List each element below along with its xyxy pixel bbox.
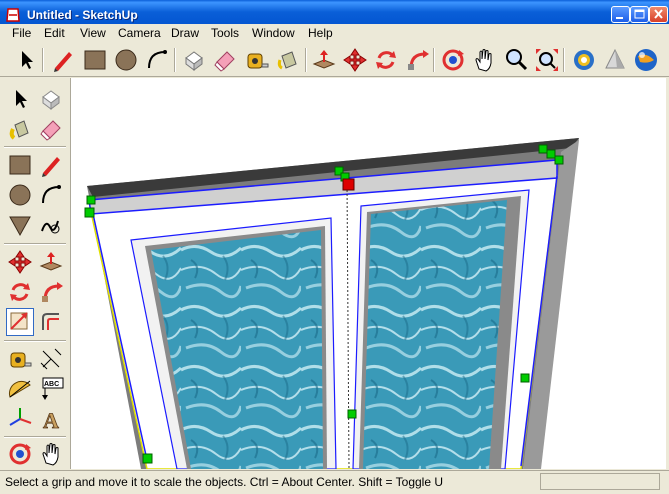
follow-me-icon[interactable] bbox=[37, 278, 65, 306]
minimize-icon bbox=[616, 17, 623, 19]
pan-hand-icon[interactable] bbox=[470, 46, 498, 74]
toolbar-separator bbox=[42, 48, 44, 72]
rotate-icon[interactable] bbox=[372, 46, 400, 74]
make-component-icon[interactable] bbox=[180, 46, 208, 74]
right-glass-pane bbox=[363, 200, 507, 469]
drawing-viewport[interactable] bbox=[70, 78, 666, 469]
menu-help[interactable]: Help bbox=[308, 26, 333, 40]
menu-tools[interactable]: Tools bbox=[211, 26, 239, 40]
arc-icon[interactable] bbox=[143, 46, 171, 74]
text-label-glyph: ABC bbox=[44, 381, 59, 388]
close-icon bbox=[654, 9, 663, 19]
scale-grip[interactable] bbox=[546, 149, 556, 159]
tape-measure-icon[interactable] bbox=[6, 345, 34, 373]
toolbar-separator bbox=[563, 48, 565, 72]
menu-edit[interactable]: Edit bbox=[44, 26, 65, 40]
rectangle-icon[interactable] bbox=[81, 46, 109, 74]
scale-grip[interactable] bbox=[142, 453, 153, 464]
axes-icon[interactable] bbox=[6, 405, 34, 433]
paint-bucket-icon[interactable] bbox=[6, 115, 34, 143]
toolbar-separator bbox=[4, 146, 66, 148]
eraser-icon[interactable] bbox=[211, 46, 239, 74]
orbit-icon[interactable] bbox=[6, 440, 34, 468]
3d-text-glyph: A bbox=[43, 408, 59, 433]
scale-grip[interactable] bbox=[554, 155, 564, 165]
scale-icon[interactable] bbox=[6, 308, 34, 336]
share-model-icon[interactable] bbox=[601, 46, 629, 74]
move-icon[interactable] bbox=[341, 46, 369, 74]
polygon-icon[interactable] bbox=[6, 211, 34, 239]
zoom-extents-icon[interactable] bbox=[533, 46, 561, 74]
toolbar-separator bbox=[4, 243, 66, 245]
scale-grip[interactable] bbox=[520, 373, 530, 383]
freehand-icon[interactable] bbox=[37, 211, 65, 239]
pencil-line-icon[interactable] bbox=[37, 151, 65, 179]
rectangle-icon[interactable] bbox=[6, 151, 34, 179]
menu-camera[interactable]: Camera bbox=[118, 26, 161, 40]
pan-hand-icon[interactable] bbox=[37, 440, 65, 468]
close-button[interactable] bbox=[649, 6, 668, 23]
tape-measure-icon[interactable] bbox=[243, 46, 271, 74]
maximize-icon bbox=[634, 9, 645, 19]
scale-grip[interactable] bbox=[86, 195, 96, 205]
make-component-icon[interactable] bbox=[37, 85, 65, 113]
eraser-icon[interactable] bbox=[37, 115, 65, 143]
3d-text-icon[interactable]: A bbox=[37, 405, 65, 434]
offset-icon[interactable] bbox=[37, 308, 65, 336]
large-tool-set: ABC A bbox=[0, 78, 70, 470]
toolbar-separator bbox=[4, 340, 66, 342]
window-model[interactable] bbox=[71, 78, 666, 469]
maximize-button[interactable] bbox=[630, 6, 649, 23]
menu-bar: File Edit View Camera Draw Tools Window … bbox=[0, 24, 669, 42]
menu-window[interactable]: Window bbox=[252, 26, 295, 40]
window-title: Untitled - SketchUp bbox=[27, 8, 138, 22]
arc-icon[interactable] bbox=[37, 181, 65, 209]
scale-grip[interactable] bbox=[347, 409, 357, 419]
active-scale-grip[interactable] bbox=[342, 178, 355, 191]
follow-me-icon[interactable] bbox=[403, 46, 431, 74]
zoom-icon[interactable] bbox=[502, 46, 530, 74]
status-bar: Select a grip and move it to scale the o… bbox=[0, 470, 669, 494]
minimize-button[interactable] bbox=[611, 6, 630, 23]
circle-icon[interactable] bbox=[112, 46, 140, 74]
measurements-box[interactable] bbox=[540, 473, 660, 490]
menu-file[interactable]: File bbox=[12, 26, 31, 40]
menu-draw[interactable]: Draw bbox=[171, 26, 199, 40]
rotate-icon[interactable] bbox=[6, 278, 34, 306]
pencil-line-icon[interactable] bbox=[49, 46, 77, 74]
toolbar-separator bbox=[305, 48, 307, 72]
sketchup-logo-icon bbox=[6, 8, 20, 22]
select-arrow-icon[interactable] bbox=[12, 46, 40, 74]
orbit-icon[interactable] bbox=[439, 46, 467, 74]
toolbar-separator bbox=[433, 48, 435, 72]
move-icon[interactable] bbox=[6, 248, 34, 276]
toolbar-separator bbox=[4, 436, 66, 438]
protractor-icon[interactable] bbox=[6, 375, 34, 403]
scale-grip[interactable] bbox=[538, 144, 548, 154]
paint-bucket-icon[interactable] bbox=[274, 46, 302, 74]
push-pull-icon[interactable] bbox=[37, 248, 65, 276]
text-label-icon[interactable]: ABC bbox=[37, 375, 65, 403]
scale-grip[interactable] bbox=[84, 207, 95, 218]
dimension-icon[interactable] bbox=[37, 345, 65, 373]
push-pull-icon[interactable] bbox=[310, 46, 338, 74]
menu-view[interactable]: View bbox=[80, 26, 106, 40]
main-toolbar bbox=[0, 43, 669, 77]
get-models-icon[interactable] bbox=[570, 46, 598, 74]
circle-icon[interactable] bbox=[6, 181, 34, 209]
toolbar-separator bbox=[174, 48, 176, 72]
status-message: Select a grip and move it to scale the o… bbox=[5, 475, 444, 489]
google-earth-icon[interactable] bbox=[632, 46, 660, 74]
select-arrow-icon[interactable] bbox=[6, 85, 34, 113]
